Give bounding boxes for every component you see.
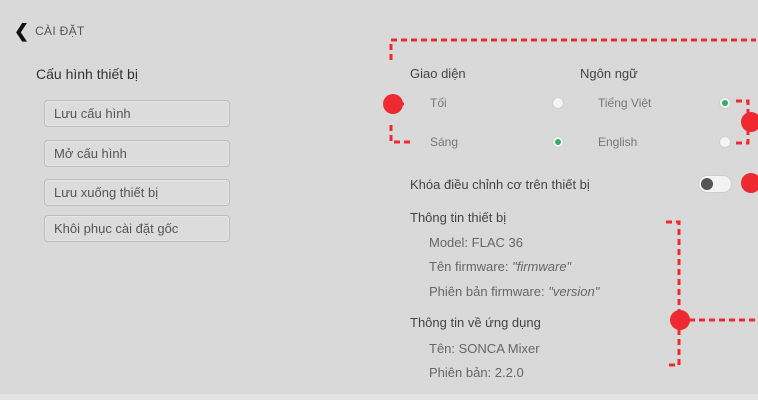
language-en-radio[interactable] bbox=[719, 136, 731, 148]
device-model: Model: FLAC 36 bbox=[429, 235, 523, 250]
lock-label: Khóa điều chỉnh cơ trên thiết bị bbox=[410, 177, 590, 192]
appearance-option-dark-label: Tối bbox=[430, 96, 447, 110]
toggle-knob bbox=[701, 178, 713, 190]
language-vi-radio[interactable] bbox=[719, 97, 731, 109]
annotation-bracket-appearance-lower bbox=[389, 125, 412, 144]
appearance-light-radio[interactable] bbox=[552, 136, 564, 148]
footer-bar bbox=[0, 394, 758, 400]
annotation-marker-appearance bbox=[383, 94, 403, 114]
appearance-title: Giao diện bbox=[410, 66, 466, 81]
language-option-en-label: English bbox=[598, 135, 638, 149]
app-version: Phiên bản: 2.2.0 bbox=[429, 365, 524, 380]
app-version-label: Phiên bản: bbox=[429, 365, 492, 380]
lock-toggle[interactable] bbox=[698, 175, 732, 193]
annotation-marker-lock bbox=[741, 173, 758, 193]
app-name: Tên: SONCA Mixer bbox=[429, 341, 540, 356]
firmware-version-value: "version" bbox=[548, 284, 600, 299]
firmware-name-label: Tên firmware: bbox=[429, 259, 509, 274]
device-model-value: FLAC 36 bbox=[471, 235, 523, 250]
annotation-marker-info bbox=[670, 310, 690, 330]
firmware-name-value: "firmware" bbox=[512, 259, 572, 274]
appearance-option-light-label: Sáng bbox=[430, 135, 459, 149]
firmware-version-label: Phiên bản firmware: bbox=[429, 284, 545, 299]
firmware-name: Tên firmware: "firmware" bbox=[429, 259, 571, 274]
annotation-overlay bbox=[389, 38, 756, 367]
language-option-vi-label: Tiếng Việt bbox=[598, 96, 652, 110]
appearance-dark-radio[interactable] bbox=[552, 97, 564, 109]
app-info-title: Thông tin về ứng dụng bbox=[410, 315, 541, 330]
annotation-bracket-info bbox=[666, 220, 681, 367]
device-info-title: Thông tin thiết bị bbox=[410, 210, 507, 225]
annotation-marker-language bbox=[741, 112, 758, 132]
device-model-label: Model: bbox=[429, 235, 469, 250]
annotation-bracket-appearance bbox=[389, 38, 756, 60]
app-name-label: Tên: bbox=[429, 341, 456, 356]
app-name-value: SONCA Mixer bbox=[458, 341, 540, 356]
app-version-value: 2.2.0 bbox=[494, 365, 524, 380]
language-title: Ngôn ngữ bbox=[580, 66, 638, 81]
firmware-version: Phiên bản firmware: "version" bbox=[429, 284, 599, 299]
